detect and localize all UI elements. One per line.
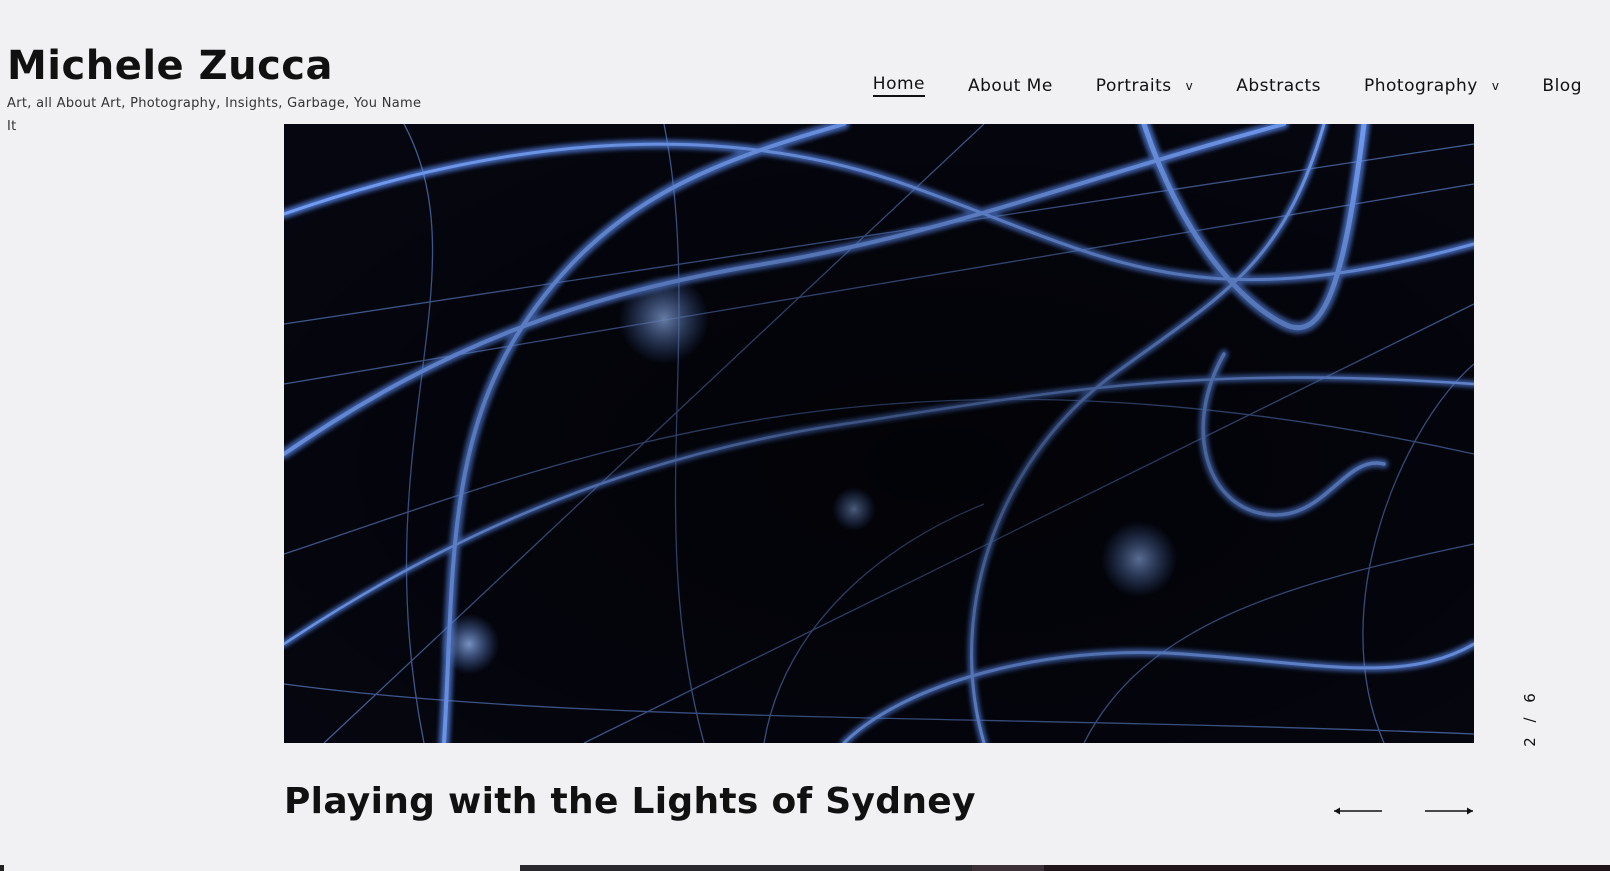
next-slide-button[interactable]: [1423, 803, 1475, 819]
nav-item-label: Abstracts: [1236, 75, 1321, 96]
nav-item-abstracts[interactable]: Abstracts: [1236, 76, 1321, 96]
nav-item-label: Home: [872, 74, 925, 97]
nav-item-label: Photography: [1363, 75, 1478, 96]
slide-counter-current: 2: [1520, 735, 1539, 747]
nav-item-portraits[interactable]: Portraits v: [1096, 76, 1193, 96]
slide-counter: 2 / 6: [1515, 672, 1545, 752]
slide-title[interactable]: Playing with the Lights of Sydney: [284, 781, 976, 822]
nav-item-label: Portraits: [1095, 75, 1172, 96]
nav-item-about-me[interactable]: About Me: [968, 76, 1053, 96]
slide-image[interactable]: [284, 124, 1474, 743]
light-trails-photo: [284, 124, 1474, 743]
site-title[interactable]: Michele Zucca: [7, 40, 437, 92]
chevron-down-icon[interactable]: v: [1186, 79, 1194, 93]
prev-slide-button[interactable]: [1332, 803, 1384, 819]
chevron-down-icon[interactable]: v: [1492, 79, 1500, 93]
arrow-right-icon: [1425, 807, 1473, 815]
nav-item-label: Blog: [1542, 75, 1582, 96]
preview-segment: [0, 865, 520, 871]
nav-item-photography[interactable]: Photography v: [1364, 76, 1499, 96]
main-nav: Home About Me Portraits v Abstracts Phot…: [830, 74, 1582, 97]
preview-segment: [1044, 865, 1610, 871]
nav-item-blog[interactable]: Blog: [1542, 76, 1582, 96]
slide-counter-separator: /: [1521, 715, 1539, 723]
preview-segment: [520, 865, 972, 871]
nav-item-home[interactable]: Home: [872, 74, 925, 97]
slide-counter-total: 6: [1520, 691, 1539, 703]
arrow-left-icon: [1334, 807, 1382, 815]
preview-segment: [972, 865, 1044, 871]
nav-item-label: About Me: [968, 75, 1053, 96]
page: Michele Zucca Art, all About Art, Photog…: [0, 0, 1610, 871]
next-section-preview: [0, 865, 1610, 871]
